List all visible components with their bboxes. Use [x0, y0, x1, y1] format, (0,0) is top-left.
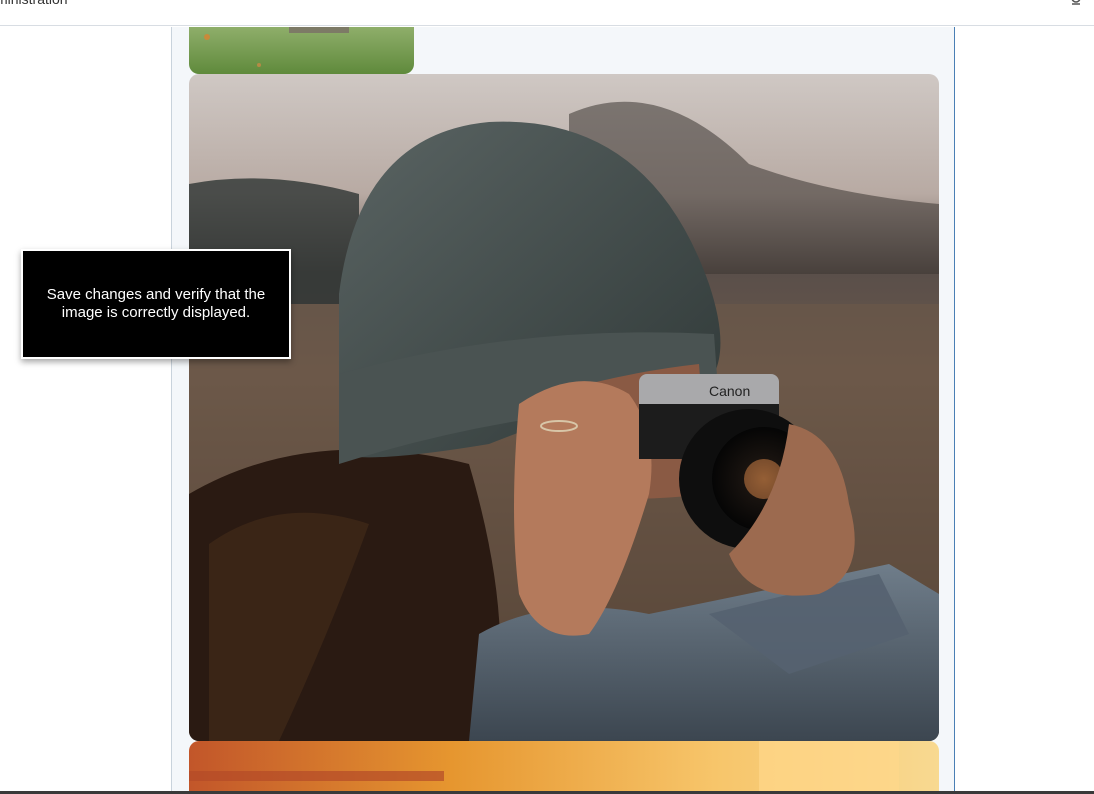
page-title: ministration: [0, 0, 68, 7]
settings-icon[interactable]: [1066, 0, 1086, 6]
warm-light-photo[interactable]: [189, 741, 939, 792]
photographer-photo[interactable]: Canon: [189, 74, 939, 741]
instruction-tooltip: Save changes and verify that the image i…: [21, 249, 291, 359]
tooltip-text: Save changes and verify that the image i…: [46, 286, 266, 321]
image-gallery-panel: Canon: [171, 27, 955, 792]
top-bar: ministration: [0, 0, 1094, 26]
camera-brand-label: Canon: [709, 383, 750, 399]
grass-thumbnail[interactable]: [189, 27, 414, 74]
